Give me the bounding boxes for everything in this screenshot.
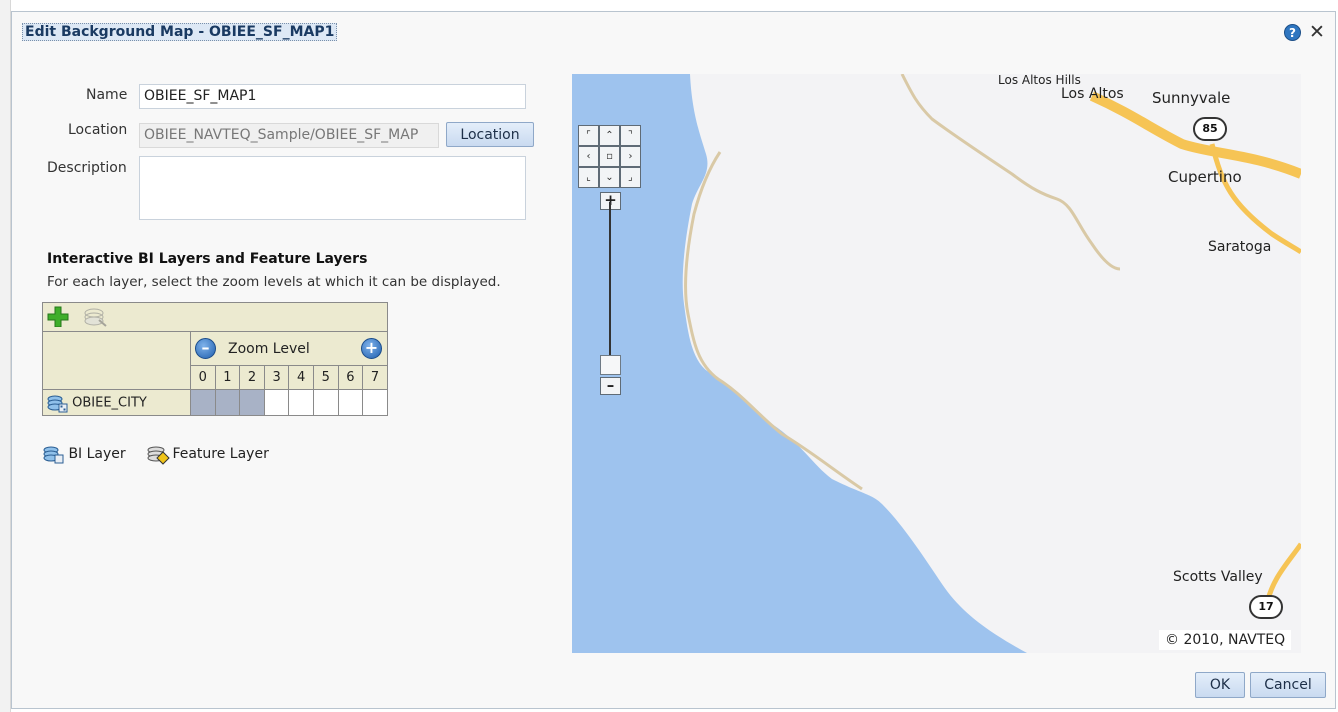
- mountain-road: [900, 74, 1121, 271]
- layer-name-label: OBIEE_CITY: [72, 395, 147, 410]
- dialog-title: Edit Background Map - OBIEE_SF_MAP1: [22, 23, 338, 41]
- pan-northeast-icon[interactable]: ⌝: [620, 125, 641, 146]
- map-base-layer: [572, 74, 1301, 653]
- layers-section-description: For each layer, select the zoom levels a…: [47, 274, 501, 290]
- pan-south-icon[interactable]: ⌄: [599, 167, 620, 188]
- map-zoom-slider-track[interactable]: [609, 202, 611, 367]
- table-row: OBIEE_CITY: [42, 389, 388, 416]
- remove-layer-icon[interactable]: [83, 307, 107, 331]
- zoom-cell-2[interactable]: [239, 389, 265, 416]
- map-copyright: © 2010, NAVTEQ: [1159, 630, 1292, 650]
- map-label-sunnyvale: Sunnyvale: [1152, 89, 1231, 107]
- zoom-level-7: 7: [362, 365, 388, 390]
- map-zoom-slider-thumb[interactable]: [600, 355, 621, 375]
- location-button[interactable]: Location: [446, 122, 534, 147]
- layers-toolbar: [42, 302, 388, 332]
- layers-table: – Zoom Level + 0 1 2 3 4 5 6 7 OBIEE_CIT…: [42, 302, 388, 416]
- zoom-level-3: 3: [263, 365, 290, 390]
- zoom-cell-6[interactable]: [337, 389, 364, 416]
- map-pan-control: ⌜ ⌃ ⌝ ‹ ▫ › ⌞ ⌄ ⌟: [578, 125, 644, 191]
- zoom-level-5: 5: [312, 365, 339, 390]
- zoom-level-0: 0: [190, 365, 216, 390]
- highway-85-shield: 85: [1193, 117, 1227, 141]
- zoom-cell-1[interactable]: [214, 389, 241, 416]
- bi-layer-icon: [42, 443, 64, 465]
- zoom-level-4: 4: [288, 365, 314, 390]
- zoom-level-header: – Zoom Level +: [190, 331, 388, 366]
- bi-layer-icon: [46, 392, 68, 414]
- pan-west-icon[interactable]: ‹: [578, 146, 599, 167]
- pan-east-icon[interactable]: ›: [620, 146, 641, 167]
- ok-button[interactable]: OK: [1195, 672, 1245, 698]
- cancel-button[interactable]: Cancel: [1250, 672, 1326, 698]
- zoom-out-level-button[interactable]: –: [195, 338, 216, 359]
- zoom-cell-3[interactable]: [263, 389, 290, 416]
- name-label: Name: [86, 87, 128, 103]
- zoom-in-level-button[interactable]: +: [361, 338, 382, 359]
- zoom-level-6: 6: [337, 365, 364, 390]
- add-layer-icon[interactable]: [47, 306, 69, 331]
- location-label: Location: [68, 122, 128, 138]
- pan-southwest-icon[interactable]: ⌞: [578, 167, 599, 188]
- map-label-scotts-valley: Scotts Valley: [1173, 569, 1263, 585]
- map-label-saratoga: Saratoga: [1208, 239, 1272, 255]
- legend-feature-layer: Feature Layer: [146, 443, 269, 465]
- map-preview[interactable]: Los Altos Hills Los Altos Sunnyvale Cupe…: [572, 74, 1301, 653]
- name-input[interactable]: OBIEE_SF_MAP1: [139, 84, 526, 109]
- map-zoom-out-icon[interactable]: –: [600, 377, 621, 395]
- zoom-level-2: 2: [239, 365, 265, 390]
- feature-layer-icon: [146, 443, 170, 465]
- pan-north-icon[interactable]: ⌃: [599, 125, 620, 146]
- map-label-cupertino: Cupertino: [1168, 168, 1242, 186]
- layers-section-title: Interactive BI Layers and Feature Layers: [47, 251, 368, 267]
- zoom-cell-0[interactable]: [190, 389, 216, 416]
- legend-bi-layer: BI Layer: [42, 443, 126, 465]
- description-label: Description: [47, 160, 127, 176]
- edit-background-map-dialog: Edit Background Map - OBIEE_SF_MAP1 ? ✕ …: [11, 11, 1336, 709]
- highway-17-shield: 17: [1249, 595, 1283, 619]
- help-icon[interactable]: ?: [1284, 24, 1301, 41]
- close-icon[interactable]: ✕: [1309, 21, 1325, 43]
- map-label-los-altos: Los Altos: [1061, 86, 1124, 102]
- zoom-cell-7[interactable]: [362, 389, 388, 416]
- zoom-cell-5[interactable]: [312, 389, 339, 416]
- zoom-level-1: 1: [214, 365, 241, 390]
- legend-feature-layer-label: Feature Layer: [172, 446, 269, 462]
- layer-name-cell[interactable]: OBIEE_CITY: [42, 389, 191, 416]
- location-input[interactable]: OBIEE_NAVTEQ_Sample/OBIEE_SF_MAP: [139, 123, 439, 148]
- zoom-cell-4[interactable]: [288, 389, 314, 416]
- pan-southeast-icon[interactable]: ⌟: [620, 167, 641, 188]
- pan-center-icon[interactable]: ▫: [599, 146, 620, 167]
- background-window-edge: [0, 0, 11, 712]
- description-textarea[interactable]: [139, 156, 526, 220]
- zoom-level-label: Zoom Level: [228, 341, 310, 357]
- layer-name-header: [42, 331, 191, 390]
- legend-bi-layer-label: BI Layer: [68, 446, 126, 462]
- pan-northwest-icon[interactable]: ⌜: [578, 125, 599, 146]
